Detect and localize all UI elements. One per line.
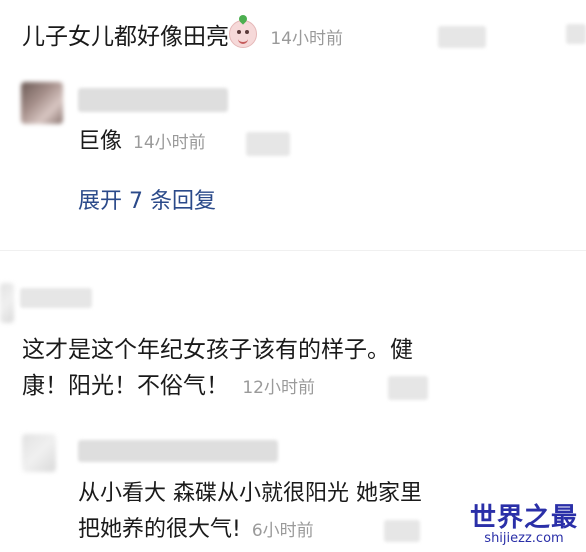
crying-face-icon (229, 13, 257, 48)
reply-2-time: 6小时前 (251, 521, 314, 541)
avatar[interactable] (0, 283, 14, 323)
blurred-username (78, 440, 278, 462)
watermark-title: 世界之最 (469, 503, 578, 533)
comment-1: 儿子女儿都好像田亮 14小时前 (22, 13, 343, 55)
blurred-username (78, 88, 228, 112)
blurred-action (388, 376, 428, 400)
watermark-logo: 世界之最 shijiezz.com (470, 504, 578, 546)
comment-2-line-1: 这才是这个年纪女孩子该有的样子。健 (22, 337, 413, 363)
blurred-action (384, 520, 420, 542)
reply-2-line-1: 从小看大 森碟从小就很阳光 她家里 (78, 481, 422, 506)
comment-1-time: 14小时前 (270, 29, 343, 49)
comment-2-time: 12小时前 (242, 378, 315, 398)
blurred-action (246, 132, 290, 156)
reply-1: 巨像 14小时前 (78, 126, 206, 159)
blurred-action (566, 24, 586, 44)
comment-2: 康！阳光！不俗气！ 12小时前 (22, 370, 315, 404)
blurred-username (438, 26, 486, 48)
comment-2-line-2: 康！阳光！不俗气！ (22, 373, 229, 399)
comment-1-text: 儿子女儿都好像田亮 (22, 24, 229, 50)
divider (0, 250, 586, 251)
reply-2: 把她养的很大气! 6小时前 (78, 514, 314, 547)
reply-2-line-2: 把她养的很大气! (78, 517, 241, 542)
reply-1-time: 14小时前 (133, 133, 206, 153)
watermark-url: shijiezz.com (484, 531, 564, 546)
reply-1-text: 巨像 (78, 129, 123, 154)
blurred-username (20, 288, 92, 308)
avatar[interactable] (21, 82, 63, 124)
expand-replies-button[interactable]: 展开 7 条回复 (78, 183, 216, 215)
avatar[interactable] (22, 434, 56, 472)
